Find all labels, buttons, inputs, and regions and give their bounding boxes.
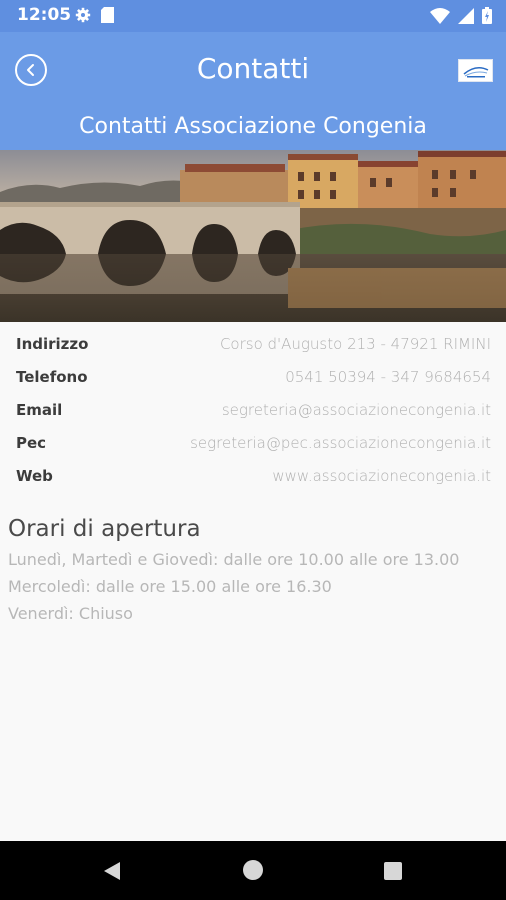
contact-label: Email	[16, 401, 63, 419]
hours-line: Venerdì: Chiuso	[8, 604, 133, 623]
status-time: 12:05	[17, 5, 72, 25]
contact-label: Indirizzo	[16, 335, 89, 353]
opening-hours: Orari di apertura Lunedì, Martedì e Giov…	[8, 516, 498, 627]
back-triangle-icon[interactable]	[102, 861, 122, 881]
bridge-photo	[0, 150, 506, 322]
email-value[interactable]: segreteria@associazionecongenia.it	[222, 401, 491, 419]
page-subtitle: Contatti Associazione Congenia	[79, 114, 427, 139]
home-circle-icon[interactable]	[243, 860, 263, 880]
sd-card-icon	[101, 7, 114, 23]
address-value[interactable]: Corso d'Augusto 213 - 47921 RIMINI	[220, 335, 491, 353]
phone-value[interactable]: 0541 50394 - 347 9684654	[285, 368, 491, 386]
hours-title: Orari di apertura	[8, 516, 201, 542]
signal-icon	[458, 7, 474, 24]
contact-row-phone: Telefono 0541 50394 - 347 9684654	[0, 355, 506, 388]
pec-value[interactable]: segreteria@pec.associazionecongenia.it	[190, 434, 491, 452]
status-bar: 12:05	[0, 0, 506, 32]
contact-row-email: Email segreteria@associazionecongenia.it	[0, 388, 506, 421]
web-value[interactable]: www.associazionecongenia.it	[272, 467, 491, 485]
hours-line: Mercoledì: dalle ore 15.00 alle ore 16.3…	[8, 577, 332, 596]
gear-icon	[75, 7, 91, 23]
page-title: Contatti	[196, 52, 310, 85]
recents-square-icon[interactable]	[384, 862, 402, 880]
contact-row-pec: Pec segreteria@pec.associazionecongenia.…	[0, 421, 506, 454]
logo-icon	[463, 66, 488, 77]
association-logo[interactable]	[458, 59, 493, 82]
contact-label: Telefono	[16, 368, 88, 386]
wifi-icon	[430, 7, 450, 24]
status-left-icons	[75, 7, 114, 23]
system-nav-bar	[0, 841, 506, 900]
contact-row-address: Indirizzo Corso d'Augusto 213 - 47921 RI…	[0, 322, 506, 355]
hours-line: Lunedì, Martedì e Giovedì: dalle ore 10.…	[8, 550, 460, 569]
contact-row-web: Web www.associazionecongenia.it	[0, 454, 506, 487]
app-bar: Contatti Contatti Associazione Congenia	[0, 32, 506, 150]
status-right-icons	[430, 7, 492, 24]
battery-icon	[482, 7, 492, 24]
contact-label: Web	[16, 467, 53, 485]
hero-image	[0, 150, 506, 322]
contacts-list: Indirizzo Corso d'Augusto 213 - 47921 RI…	[0, 322, 506, 487]
contact-label: Pec	[16, 434, 47, 452]
